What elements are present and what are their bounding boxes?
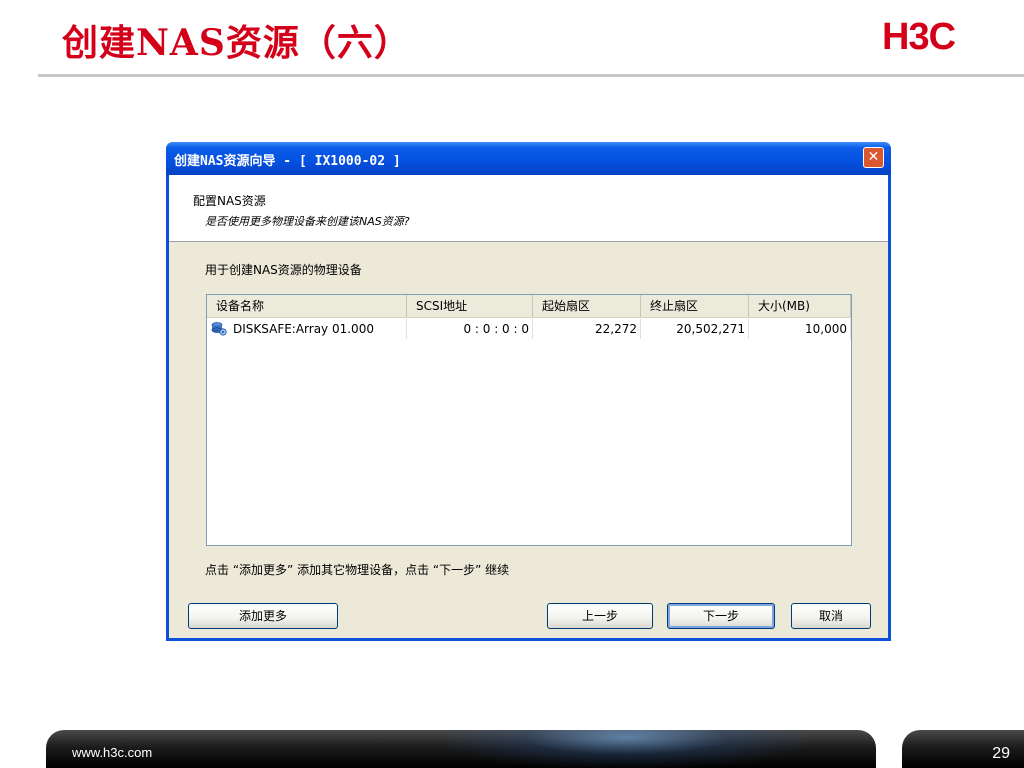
wizard-banner: 配置NAS资源 是否使用更多物理设备来创建该NAS资源? — [169, 175, 888, 242]
add-more-button[interactable]: 添加更多 — [188, 603, 338, 629]
dialog-titlebar[interactable]: 创建NAS资源向导 - [ IX1000-02 ] ✕ — [166, 142, 891, 175]
device-name-cell: DISKSAFE:Array 01.000 — [207, 319, 407, 339]
close-icon: ✕ — [867, 149, 880, 165]
page-number: 29 — [992, 745, 1010, 762]
slide-title: 创建NAS资源（六） — [62, 22, 411, 64]
instruction-hint: 点击 “添加更多” 添加其它物理设备，点击 “下一步” 继续 — [205, 563, 510, 577]
physical-device-list[interactable]: 设备名称 SCSI地址 起始扇区 终止扇区 大小(MB) DISKSAFE:Ar… — [206, 294, 852, 546]
h3c-logo: H3C — [882, 16, 956, 58]
column-header-start-sector[interactable]: 起始扇区 — [533, 295, 641, 317]
banner-title: 配置NAS资源 — [193, 194, 266, 208]
end-sector-cell: 20,502,271 — [641, 319, 749, 339]
size-cell: 10,000 — [749, 319, 851, 339]
footer-url: www.h3c.com — [72, 745, 153, 760]
page-number-box: 29 — [902, 730, 1024, 768]
back-button[interactable]: 上一步 — [547, 603, 653, 629]
column-header-scsi-address[interactable]: SCSI地址 — [407, 295, 533, 317]
create-nas-wizard-dialog: 创建NAS资源向导 - [ IX1000-02 ] ✕ 配置NAS资源 是否使用… — [166, 142, 891, 641]
column-header-device-name[interactable]: 设备名称 — [207, 295, 407, 317]
footer-glow-decoration — [446, 730, 806, 768]
dialog-title: 创建NAS资源向导 - [ IX1000-02 ] — [174, 154, 401, 169]
next-button[interactable]: 下一步 — [667, 603, 775, 629]
column-header-end-sector[interactable]: 终止扇区 — [641, 295, 749, 317]
start-sector-cell: 22,272 — [533, 319, 641, 339]
table-row[interactable]: DISKSAFE:Array 01.000 0 : 0 : 0 : 0 22,2… — [207, 319, 851, 339]
banner-subtitle: 是否使用更多物理设备来创建该NAS资源? — [205, 215, 410, 228]
footer-bar: www.h3c.com — [46, 730, 876, 768]
close-button[interactable]: ✕ — [863, 147, 884, 168]
device-list-caption: 用于创建NAS资源的物理设备 — [205, 263, 362, 277]
dialog-client-area: 配置NAS资源 是否使用更多物理设备来创建该NAS资源? 用于创建NAS资源的物… — [169, 175, 888, 638]
list-header: 设备名称 SCSI地址 起始扇区 终止扇区 大小(MB) — [207, 295, 851, 318]
cancel-button[interactable]: 取消 — [791, 603, 871, 629]
scsi-address-cell: 0 : 0 : 0 : 0 — [407, 319, 533, 339]
disk-icon — [211, 322, 227, 336]
column-header-size[interactable]: 大小(MB) — [749, 295, 851, 317]
device-name: DISKSAFE:Array 01.000 — [233, 322, 374, 336]
header-divider — [38, 74, 1024, 77]
